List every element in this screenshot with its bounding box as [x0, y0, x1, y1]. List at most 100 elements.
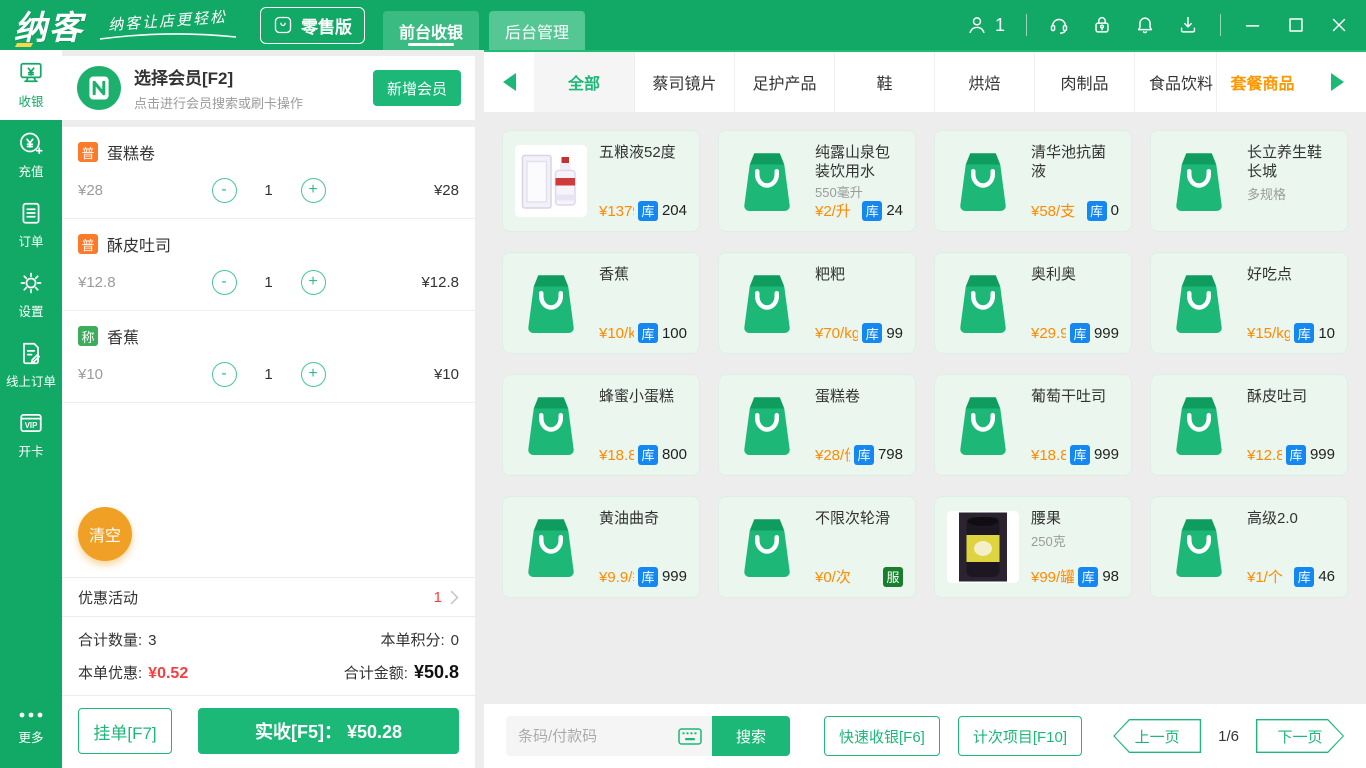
- stock-count: 99: [886, 324, 903, 342]
- sidebar-item-vip-card[interactable]: VIP 开卡: [0, 400, 62, 470]
- item-name: 酥皮吐司: [107, 238, 172, 255]
- increase-qty-button[interactable]: +: [300, 270, 326, 295]
- checkout-button[interactable]: 实收[F5]： ¥50.28: [198, 708, 459, 754]
- maximize-button[interactable]: [1285, 14, 1307, 36]
- stock-badge: 库: [862, 323, 883, 343]
- category-tab[interactable]: 烘焙: [934, 52, 1034, 112]
- divider: [1220, 14, 1221, 36]
- sidebar-item-cashier[interactable]: 收银: [0, 50, 62, 120]
- product-card[interactable]: 香蕉 ¥10/kg 库 100: [502, 252, 700, 354]
- discount-value: ¥0.52: [148, 665, 189, 682]
- member-select-area[interactable]: 选择会员[F2] 点击进行会员搜索或刷卡操作 新增会员: [62, 56, 475, 120]
- product-card[interactable]: 清华池抗菌液 ¥58/支 库 0: [934, 130, 1132, 232]
- product-spec: 250克: [1031, 534, 1066, 549]
- product-card[interactable]: 纯露山泉包装饮用水 550毫升 ¥2/升 库 24: [718, 130, 916, 232]
- sidebar-item-settings[interactable]: 设置: [0, 260, 62, 330]
- sidebar-item-label: 设置: [18, 305, 44, 319]
- product-card[interactable]: 粑粑 ¥70/kg 库 99: [718, 252, 916, 354]
- brand-logo: 纳客: [14, 1, 84, 49]
- category-tab[interactable]: 全部: [534, 52, 634, 112]
- item-qty: 1: [264, 182, 273, 199]
- sidebar-item-orders[interactable]: 订单: [0, 190, 62, 260]
- product-image: [947, 267, 1019, 339]
- product-price: ¥18.8/袋: [599, 447, 634, 464]
- decrease-qty-button[interactable]: -: [211, 362, 237, 387]
- prev-page-button[interactable]: 上一页: [1113, 719, 1202, 753]
- brand-slogan: 纳客让店更轻松: [98, 8, 238, 40]
- product-image: [947, 389, 1019, 461]
- product-card[interactable]: 好吃点 ¥15/kg 库 10: [1150, 252, 1348, 354]
- decrease-qty-button[interactable]: -: [211, 270, 237, 295]
- promo-row[interactable]: 优惠活动 1: [62, 577, 475, 617]
- product-card[interactable]: 酥皮吐司 ¥12.8/袋 库 999: [1150, 374, 1348, 476]
- barcode-search-group: 搜索: [506, 716, 790, 756]
- download-icon[interactable]: [1177, 14, 1199, 36]
- svg-text:VIP: VIP: [25, 421, 38, 430]
- sidebar-item-label: 收银: [18, 95, 44, 109]
- product-price: ¥29.9/kg: [1031, 324, 1066, 342]
- tab-front-cashier[interactable]: 前台收银: [383, 11, 479, 50]
- increase-qty-button[interactable]: +: [300, 178, 326, 203]
- category-tab[interactable]: 蔡司镜片: [634, 52, 734, 112]
- page-indicator: 1/6: [1218, 727, 1239, 745]
- product-image: [515, 511, 587, 583]
- product-card[interactable]: 腰果 250克 ¥99/罐 库 98: [934, 496, 1132, 598]
- left-arrow-icon: [502, 73, 516, 91]
- stock-badge: 库: [637, 566, 658, 587]
- product-name: 葡萄干吐司: [1031, 388, 1107, 405]
- add-member-button[interactable]: 新增会员: [373, 70, 461, 106]
- categories-scroll-left-button[interactable]: [484, 52, 534, 112]
- product-card[interactable]: 蜂蜜小蛋糕 ¥18.8/袋 库 800: [502, 374, 700, 476]
- support-headset-icon[interactable]: [1048, 14, 1070, 36]
- category-tab[interactable]: 食品饮料: [1134, 52, 1216, 112]
- minimize-button[interactable]: [1242, 14, 1264, 36]
- increase-qty-button[interactable]: +: [300, 362, 326, 387]
- category-tab[interactable]: 套餐商品: [1216, 52, 1308, 112]
- next-page-button[interactable]: 下一页: [1256, 719, 1344, 753]
- sidebar-item-more[interactable]: 更多: [0, 692, 62, 762]
- product-image: [515, 389, 587, 461]
- product-image: [731, 511, 803, 583]
- categories-scroll-right-button[interactable]: [1308, 52, 1366, 112]
- total-amount-label: 合计金额:: [343, 665, 408, 682]
- clear-cart-button[interactable]: 清空: [78, 507, 132, 561]
- cart-footer: 挂单[F7] 实收[F5]： ¥50.28: [62, 696, 475, 768]
- category-tab[interactable]: 肉制品: [1034, 52, 1134, 112]
- product-card[interactable]: 五粮液52度 ¥1379/瓶 库 204: [502, 130, 700, 232]
- notifications-bell-icon[interactable]: [1134, 14, 1156, 36]
- search-button[interactable]: 搜索: [712, 716, 790, 756]
- category-tab[interactable]: 鞋: [834, 52, 934, 112]
- category-tab[interactable]: 足护产品: [734, 52, 834, 112]
- user-indicator[interactable]: 1: [966, 14, 1005, 36]
- close-button[interactable]: [1328, 14, 1350, 36]
- stock-count: 204: [661, 202, 687, 219]
- category-tabs: 全部 蔡司镜片 足护产品鞋烘焙 肉制品 食品饮料 套餐商品: [534, 52, 1308, 112]
- item-unit-price: ¥10: [78, 366, 104, 383]
- product-card[interactable]: 高级2.0 ¥1/个 库 46: [1150, 496, 1348, 598]
- product-card[interactable]: 黄油曲奇 ¥9.9/袋 库 999: [502, 496, 700, 598]
- product-card[interactable]: 葡萄干吐司 ¥18.8/袋 库 999: [934, 374, 1132, 476]
- count-item-button[interactable]: 计次项目[F10]: [957, 716, 1083, 756]
- chevron-right-icon: [450, 590, 459, 604]
- product-card[interactable]: 长立养生鞋长城 多规格: [1150, 130, 1348, 232]
- tab-backoffice[interactable]: 后台管理: [489, 11, 585, 50]
- divider: [1026, 14, 1027, 36]
- product-card[interactable]: 不限次轮滑 ¥0/次 服: [718, 496, 916, 598]
- keyboard-icon[interactable]: [678, 728, 702, 750]
- sidebar-item-label: 订单: [18, 235, 44, 249]
- product-price: ¥99/罐: [1031, 569, 1075, 586]
- item-unit-price: ¥28: [78, 182, 104, 199]
- stock-badge: 库: [637, 200, 658, 221]
- sidebar-item-recharge[interactable]: 充值: [0, 120, 62, 190]
- product-name: 酥皮吐司: [1247, 388, 1308, 405]
- lock-icon[interactable]: [1091, 14, 1113, 36]
- decrease-qty-button[interactable]: -: [211, 178, 237, 203]
- product-card[interactable]: 奥利奥 ¥29.9/kg 库 999: [934, 252, 1132, 354]
- item-qty: 1: [264, 274, 273, 291]
- hold-order-button[interactable]: 挂单[F7]: [78, 708, 172, 754]
- sidebar-item-online-orders[interactable]: 线上订单: [0, 330, 62, 400]
- product-card[interactable]: 蛋糕卷 ¥28/份 库 798: [718, 374, 916, 476]
- product-image: [515, 145, 587, 217]
- quick-cashier-button[interactable]: 快速收银[F6]: [824, 716, 940, 756]
- product-image: [1163, 145, 1235, 217]
